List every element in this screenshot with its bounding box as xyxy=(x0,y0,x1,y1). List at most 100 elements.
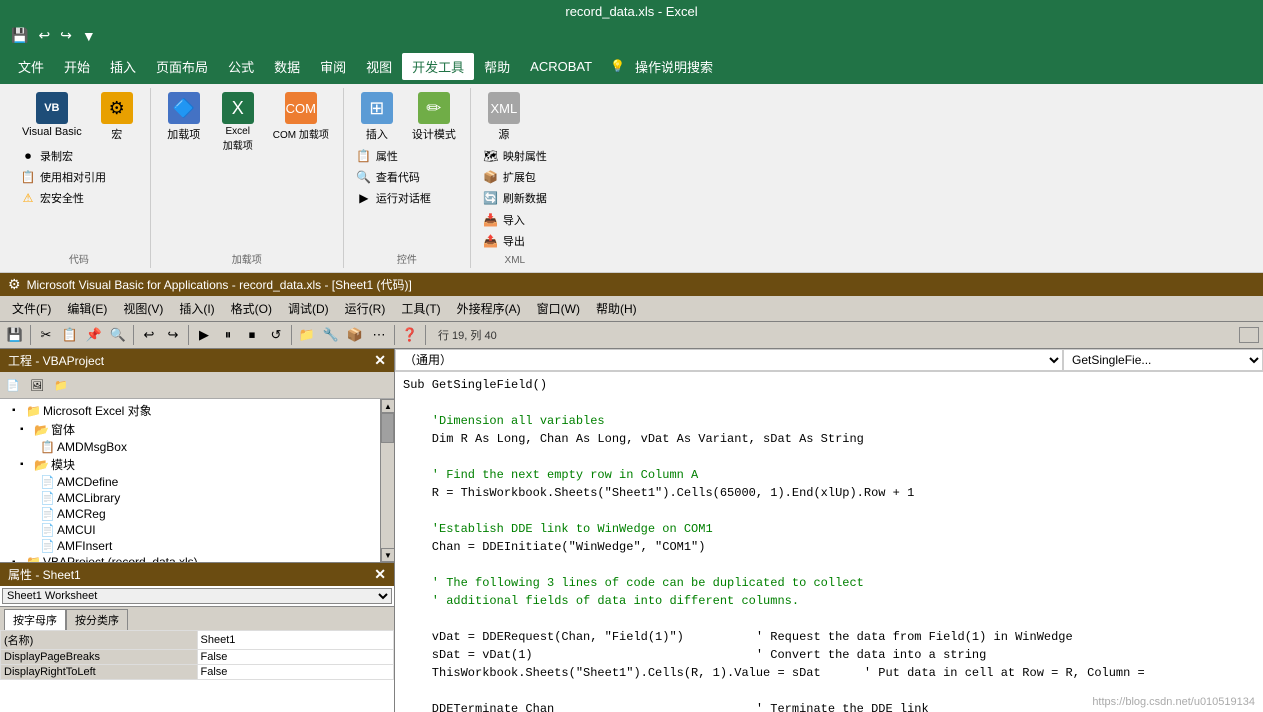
scroll-thumb[interactable] xyxy=(381,413,394,443)
vba-menu-help[interactable]: 帮助(H) xyxy=(588,298,645,319)
export-button[interactable]: 📤 导出 xyxy=(479,231,529,251)
vba-help-btn[interactable]: ❓ xyxy=(399,324,421,346)
vba-menu-edit[interactable]: 编辑(E) xyxy=(59,298,115,319)
prop-name-value[interactable]: Sheet1 xyxy=(197,631,394,650)
vba-more-btn[interactable]: ⋯ xyxy=(368,324,390,346)
proj-view-code-btn[interactable]: 📄 xyxy=(2,374,24,396)
folder-icon-1: 📁 xyxy=(26,404,41,418)
menu-developer[interactable]: 开发工具 xyxy=(402,53,474,80)
excel-title: record_data.xls - Excel xyxy=(565,4,697,19)
add-in-button[interactable]: 🔷 加载项 xyxy=(159,90,209,144)
properties-button[interactable]: 📋 属性 xyxy=(352,146,435,166)
vba-redo-btn[interactable]: ↪ xyxy=(162,324,184,346)
map-props-button[interactable]: 🗺 映射属性 xyxy=(479,146,551,166)
props-select[interactable]: Sheet1 Worksheet xyxy=(2,588,392,604)
menu-formula[interactable]: 公式 xyxy=(218,53,264,80)
expand-icon-forms[interactable]: ▪ xyxy=(20,424,32,435)
prop-righttoleft-value[interactable]: False xyxy=(197,665,394,680)
vba-props-btn[interactable]: 🔧 xyxy=(320,324,342,346)
tree-item-modules[interactable]: ▪ 📂 模块 xyxy=(2,455,378,474)
vba-save-btn[interactable]: 💾 xyxy=(4,324,26,346)
prop-row-pagebreaks: DisplayPageBreaks False xyxy=(1,650,394,665)
macro-button[interactable]: ⚙ 宏 xyxy=(92,90,142,144)
menu-review[interactable]: 审阅 xyxy=(310,53,356,80)
vba-cut-btn[interactable]: ✂ xyxy=(35,324,57,346)
dropdown-icon[interactable]: ▼ xyxy=(79,26,99,46)
proj-folder-btn[interactable]: 📁 xyxy=(50,374,72,396)
expand-icon-1[interactable]: ▪ xyxy=(12,405,24,416)
props-dropdown[interactable]: Sheet1 Worksheet xyxy=(0,586,394,607)
tree-item-amcui[interactable]: 📄 AMCUI xyxy=(2,522,378,538)
expand-icon-modules[interactable]: ▪ xyxy=(20,459,32,470)
vba-menu-window[interactable]: 窗口(W) xyxy=(529,298,588,319)
vba-menu-debug[interactable]: 调试(D) xyxy=(280,298,337,319)
vba-obj-btn[interactable]: 📦 xyxy=(344,324,366,346)
vba-menu-file[interactable]: 文件(F) xyxy=(4,298,59,319)
save-icon[interactable]: 💾 xyxy=(8,25,31,46)
run-dialog-button[interactable]: ▶ 运行对话框 xyxy=(352,188,435,208)
vba-reset-btn[interactable]: ↺ xyxy=(265,324,287,346)
vba-menu-insert[interactable]: 插入(I) xyxy=(171,298,222,319)
menu-help[interactable]: 帮助 xyxy=(474,53,520,80)
scroll-down-btn[interactable]: ▼ xyxy=(381,548,394,562)
vba-menu-tools[interactable]: 工具(T) xyxy=(393,298,448,319)
refresh-data-button[interactable]: 🔄 刷新数据 xyxy=(479,188,551,208)
code-object-dropdown[interactable]: （通用） xyxy=(395,349,1063,371)
com-addin-button[interactable]: COM COM 加载项 xyxy=(267,90,335,143)
menu-acrobat[interactable]: ACROBAT xyxy=(520,55,602,78)
insert-control-button[interactable]: ⊞ 插入 xyxy=(352,90,402,144)
scroll-indicator[interactable] xyxy=(1239,327,1259,343)
relative-ref-button[interactable]: 📋 使用相对引用 xyxy=(16,167,110,187)
menu-pagelayout[interactable]: 页面布局 xyxy=(146,53,218,80)
vba-menu-addins[interactable]: 外接程序(A) xyxy=(449,298,529,319)
vba-run-btn[interactable]: ▶ xyxy=(193,324,215,346)
left-panels: 工程 - VBAProject ✕ 📄 🖼 📁 xyxy=(0,349,395,712)
vba-menu-format[interactable]: 格式(O) xyxy=(223,298,280,319)
vba-pause-btn[interactable]: ⏸ xyxy=(217,324,239,346)
import-button[interactable]: 📥 导入 xyxy=(479,210,529,230)
design-mode-button[interactable]: ✏ 设计模式 xyxy=(406,90,462,144)
props-tab-alpha[interactable]: 按字母序 xyxy=(4,609,66,630)
tree-item-amdmsgbox[interactable]: 📋 AMDMsgBox xyxy=(2,439,378,455)
macro-security-button[interactable]: ⚠ 宏安全性 xyxy=(16,188,110,208)
proj-view-obj-btn[interactable]: 🖼 xyxy=(26,374,48,396)
menu-view[interactable]: 视图 xyxy=(356,53,402,80)
redo-icon[interactable]: ↪ xyxy=(57,25,75,46)
vba-menu-run[interactable]: 运行(R) xyxy=(337,298,394,319)
menu-insert[interactable]: 插入 xyxy=(100,53,146,80)
prop-pagebreaks-value[interactable]: False xyxy=(197,650,394,665)
menu-file[interactable]: 文件 xyxy=(8,53,54,80)
visual-basic-button[interactable]: VB Visual Basic xyxy=(16,90,88,140)
vba-copy-btn[interactable]: 📋 xyxy=(59,324,81,346)
menu-search[interactable]: 操作说明搜索 xyxy=(625,53,723,80)
code-proc-dropdown[interactable]: GetSingleFie... xyxy=(1063,349,1263,371)
tree-item-amcreg[interactable]: 📄 AMCReg xyxy=(2,506,378,522)
excel-addin-button[interactable]: X Excel加载项 xyxy=(213,90,263,154)
props-panel-close[interactable]: ✕ xyxy=(374,566,386,583)
code-editor[interactable]: Sub GetSingleField() 'Dimension all vari… xyxy=(395,372,1263,712)
vba-undo-btn[interactable]: ↩ xyxy=(138,324,160,346)
props-tab-category[interactable]: 按分类序 xyxy=(66,609,128,630)
vba-stop-btn[interactable]: ⏹ xyxy=(241,324,263,346)
expand-pack-button[interactable]: 📦 扩展包 xyxy=(479,167,551,187)
tree-item-amfinsert[interactable]: 📄 AMFInsert xyxy=(2,538,378,554)
tree-item-amclibrary[interactable]: 📄 AMCLibrary xyxy=(2,490,378,506)
view-code-button[interactable]: 🔍 查看代码 xyxy=(352,167,435,187)
tree-item-vbaproject[interactable]: ▪ 📁 VBAProject (record_data.xls) xyxy=(2,554,378,562)
folder-icon-modules: 📂 xyxy=(34,458,49,472)
vba-proj-btn[interactable]: 📁 xyxy=(296,324,318,346)
record-macro-button[interactable]: ⏺ 录制宏 xyxy=(16,146,110,166)
tree-item-excel-objects[interactable]: ▪ 📁 Microsoft Excel 对象 xyxy=(2,401,378,420)
vba-find-btn[interactable]: 🔍 xyxy=(107,324,129,346)
project-panel-close[interactable]: ✕ xyxy=(374,352,386,369)
tree-item-amcdefine[interactable]: 📄 AMCDefine xyxy=(2,474,378,490)
source-button[interactable]: XML 源 xyxy=(479,90,529,144)
menu-home[interactable]: 开始 xyxy=(54,53,100,80)
undo-icon[interactable]: ↩ xyxy=(35,25,53,46)
vba-menu-view[interactable]: 视图(V) xyxy=(115,298,171,319)
vba-paste-btn[interactable]: 📌 xyxy=(83,324,105,346)
scroll-up-btn[interactable]: ▲ xyxy=(381,399,394,413)
menu-data[interactable]: 数据 xyxy=(264,53,310,80)
project-scrollbar[interactable]: ▲ ▼ xyxy=(380,399,394,562)
tree-item-forms[interactable]: ▪ 📂 窗体 xyxy=(2,420,378,439)
